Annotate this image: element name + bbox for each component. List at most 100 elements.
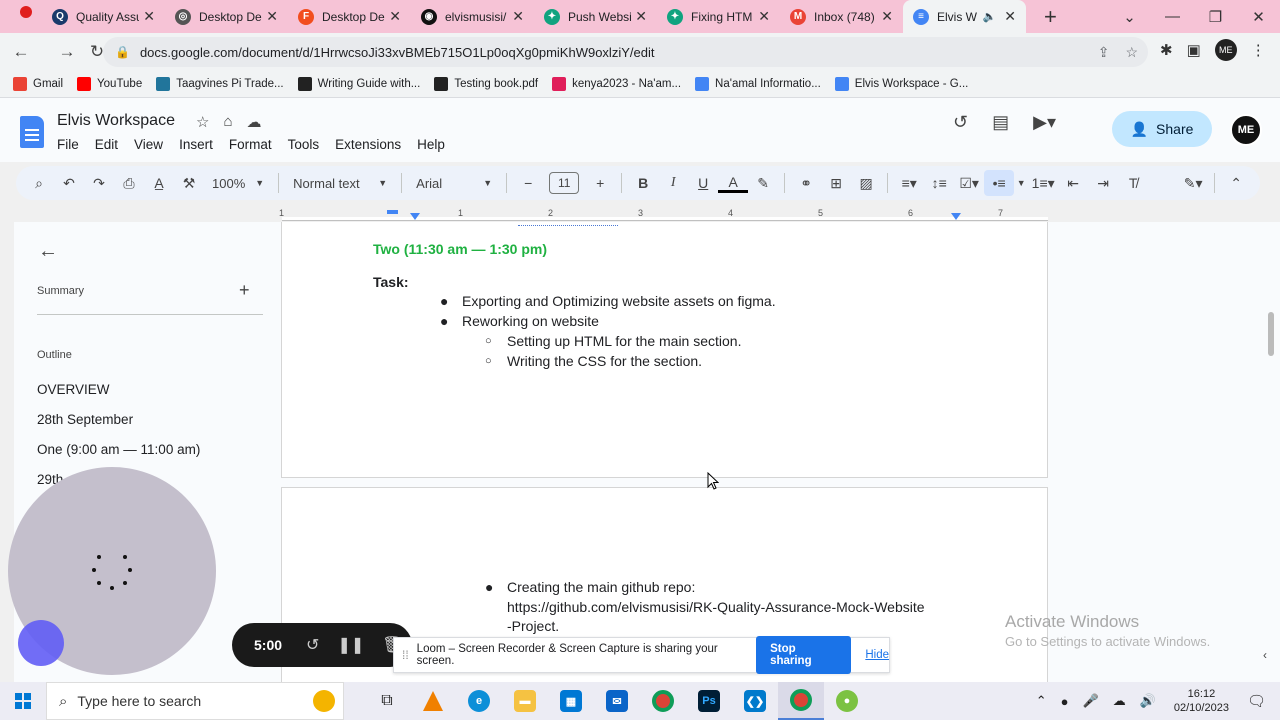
side-panel-icon[interactable]: ▣ (1187, 41, 1201, 59)
menu-item-format[interactable]: Format (229, 137, 272, 152)
photoshop-icon[interactable]: Ps (686, 682, 732, 720)
chrome-icon[interactable] (640, 682, 686, 720)
pause-recording-icon[interactable]: ❚❚ (337, 635, 364, 655)
scrollbar-thumb[interactable] (1268, 312, 1274, 356)
bookmark-item[interactable]: Testing book.pdf (434, 77, 538, 91)
start-button[interactable] (0, 682, 46, 720)
microsoft-store-icon[interactable]: ▦ (548, 682, 594, 720)
minimize-button[interactable]: — (1151, 8, 1194, 25)
menu-item-view[interactable]: View (134, 137, 163, 152)
zoom-select[interactable]: 100% ▼ (204, 176, 272, 191)
stop-sharing-button[interactable]: Stop sharing (756, 636, 852, 674)
bookmark-item[interactable]: YouTube (77, 77, 142, 91)
menu-item-edit[interactable]: Edit (95, 137, 118, 152)
paragraph-style-select[interactable]: Normal text ▼ (285, 176, 395, 191)
insert-image-icon[interactable]: ▨ (851, 175, 881, 192)
browser-menu-icon[interactable]: ⋮ (1251, 41, 1266, 59)
browser-tab[interactable]: M Inbox (748) ✕ (780, 0, 903, 33)
task-view-icon[interactable]: ⧉ (364, 682, 410, 720)
spellcheck-icon[interactable]: A̲ (144, 175, 174, 191)
expand-side-panel-icon[interactable]: ‹ (1263, 648, 1267, 662)
add-summary-icon[interactable]: + (239, 280, 250, 301)
right-indent-marker[interactable] (951, 213, 961, 220)
print-icon[interactable]: ⎙ (114, 175, 144, 192)
site-info-icon[interactable]: 🔒 (115, 45, 130, 59)
line-spacing-icon[interactable]: ↕≡ (924, 175, 954, 191)
tab-search-icon[interactable]: ⌄ (1108, 8, 1151, 26)
taskbar-search[interactable]: ⌕ Type here to search (46, 682, 344, 720)
bold-icon[interactable]: B (628, 175, 658, 191)
browser-tab[interactable]: F Desktop De ✕ (288, 0, 411, 33)
outline-item[interactable]: One (9:00 am — 11:00 am) (37, 442, 200, 457)
close-tab-icon[interactable]: ✕ (389, 8, 401, 25)
new-tab-button[interactable]: + (1044, 4, 1057, 30)
cloud-status-icon[interactable]: ☁ (247, 113, 262, 131)
version-history-icon[interactable]: ↺ (953, 112, 968, 133)
restore-button[interactable]: ❐ (1194, 8, 1237, 26)
add-comment-icon[interactable]: ⊞ (821, 175, 851, 192)
bullet-options-chevron-icon[interactable]: ▼ (1014, 178, 1028, 188)
share-page-icon[interactable]: ⇪ (1098, 44, 1110, 61)
increase-font-size-icon[interactable]: + (585, 175, 615, 191)
extensions-icon[interactable]: ✱ (1160, 41, 1173, 59)
redo-icon[interactable]: ↷ (84, 175, 114, 192)
notifications-icon[interactable]: 🗨 (1247, 692, 1266, 710)
meet-icon[interactable]: ▶▾ (1033, 112, 1056, 133)
close-tab-icon[interactable]: ✕ (512, 8, 524, 25)
back-button[interactable]: ← (6, 42, 36, 62)
left-indent-marker[interactable] (410, 213, 420, 220)
bookmark-star-icon[interactable]: ☆ (1125, 44, 1138, 61)
microphone-icon[interactable]: 🎤 (1083, 693, 1099, 709)
close-tab-icon[interactable]: ✕ (881, 8, 893, 25)
star-icon[interactable]: ☆ (196, 113, 209, 131)
account-avatar[interactable]: ME (1230, 114, 1262, 146)
forward-button[interactable]: → (52, 42, 82, 62)
paint-format-icon[interactable]: ⚒ (174, 175, 204, 192)
close-tab-icon[interactable]: ✕ (635, 8, 647, 25)
share-button[interactable]: 👤 Share (1112, 111, 1212, 147)
outline-item[interactable]: OVERVIEW (37, 382, 110, 397)
collapse-menus-icon[interactable]: ⌃ (1221, 175, 1251, 192)
highlight-icon[interactable]: ✎ (748, 175, 778, 192)
network-icon[interactable]: ☁ (1113, 693, 1126, 709)
close-tab-icon[interactable]: ✕ (758, 8, 770, 25)
bookmark-item[interactable]: Writing Guide with... (297, 77, 420, 91)
taskbar-clock[interactable]: 16:12 02/10/2023 (1174, 687, 1229, 715)
file-explorer-icon[interactable]: ▬ (502, 682, 548, 720)
menu-item-file[interactable]: File (57, 137, 79, 152)
editing-mode-icon[interactable]: ✎▾ (1178, 175, 1208, 192)
browser-tab[interactable]: Q Quality Assu ✕ (42, 0, 165, 33)
menu-item-extensions[interactable]: Extensions (335, 137, 401, 152)
document-title[interactable]: Elvis Workspace (57, 112, 175, 130)
browser-tab[interactable]: ✦ Fixing HTM ✕ (657, 0, 780, 33)
vlc-icon[interactable] (410, 682, 456, 720)
move-folder-icon[interactable]: ⌂ (223, 113, 232, 131)
outline-item[interactable]: 28th September (37, 412, 133, 427)
bookmark-item[interactable]: Gmail (13, 77, 63, 91)
clear-formatting-icon[interactable]: T̸ (1118, 175, 1148, 191)
close-window-button[interactable]: ✕ (1237, 8, 1280, 26)
browser-tab[interactable]: ✦ Push Websi ✕ (534, 0, 657, 33)
font-select[interactable]: Arial ▼ (408, 176, 500, 191)
close-tab-icon[interactable]: ✕ (1004, 8, 1016, 25)
url-field[interactable]: 🔒 docs.google.com/document/d/1HrrwcsoJi3… (103, 37, 1148, 67)
italic-icon[interactable]: I (658, 175, 688, 191)
font-size-field[interactable]: 11 (549, 172, 580, 194)
close-tab-icon[interactable]: ✕ (143, 8, 155, 25)
menu-item-insert[interactable]: Insert (179, 137, 213, 152)
close-tab-icon[interactable]: ✕ (266, 8, 278, 25)
drag-handle-icon[interactable]: ⁞⁞ (402, 648, 409, 662)
bulleted-list-icon[interactable]: •≡ (984, 170, 1015, 196)
edge-icon[interactable]: e (456, 682, 502, 720)
close-outline-arrow-icon[interactable]: ← (38, 240, 58, 263)
undo-icon[interactable]: ↶ (54, 175, 84, 192)
decrease-font-size-icon[interactable]: − (513, 175, 543, 191)
bookmark-item[interactable]: Elvis Workspace - G... (834, 77, 968, 91)
browser-tab[interactable]: ◉ elvismusisi/ ✕ (411, 0, 534, 33)
menu-item-help[interactable]: Help (417, 137, 445, 152)
underline-icon[interactable]: U (688, 175, 718, 191)
hide-banner-link[interactable]: Hide (865, 649, 889, 661)
show-hidden-icons-icon[interactable]: ⌃ (1036, 693, 1047, 709)
profile-avatar[interactable]: ME (1214, 39, 1237, 61)
comments-icon[interactable]: ▤ (992, 112, 1009, 133)
